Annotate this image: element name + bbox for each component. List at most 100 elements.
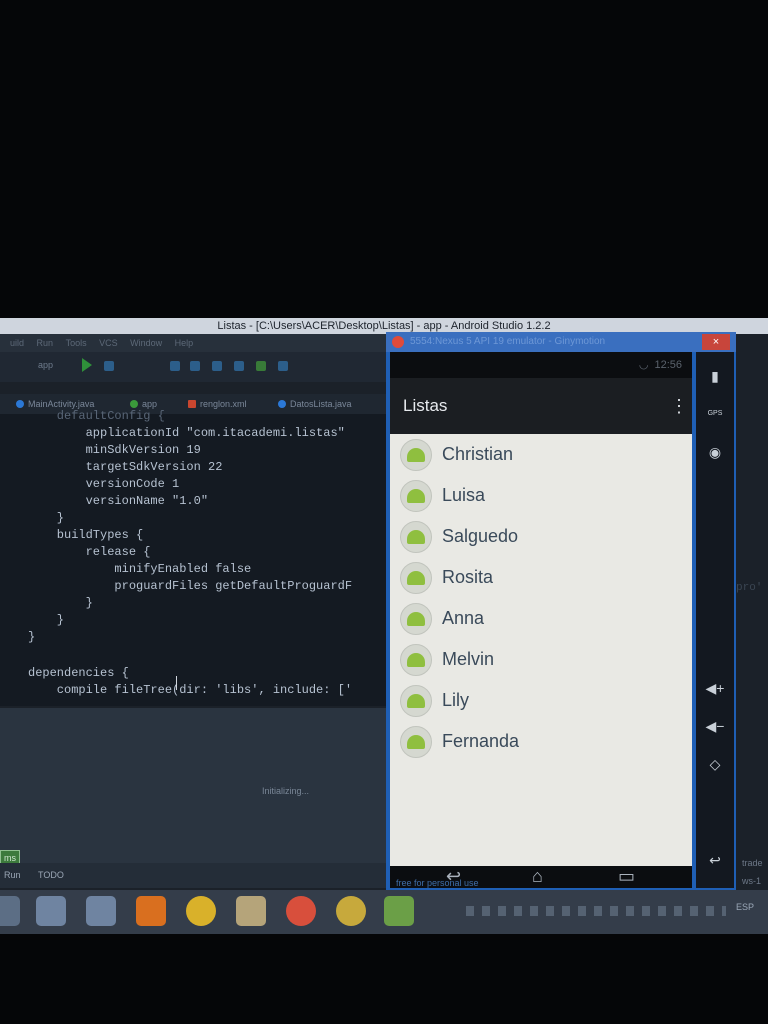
- close-button[interactable]: ×: [702, 334, 730, 350]
- code-line: buildTypes {: [28, 528, 144, 542]
- gps-icon[interactable]: GPS: [700, 410, 730, 417]
- list-item[interactable]: Anna: [390, 598, 692, 639]
- tab-datoslista[interactable]: DatosLista.java: [278, 397, 352, 411]
- list-item-label: Lily: [442, 690, 470, 710]
- app-action-bar: Listas ⋮: [390, 378, 692, 434]
- list-item-label: Melvin: [442, 649, 495, 669]
- menu-vcs[interactable]: VCS: [99, 338, 118, 348]
- virtualbox-icon[interactable]: [0, 896, 20, 926]
- file-explorer-icon[interactable]: [236, 896, 266, 926]
- android-monitor-icon[interactable]: [256, 361, 266, 371]
- volume-down-icon[interactable]: ◀−: [700, 718, 730, 735]
- tab-label: DatosLista.java: [290, 399, 352, 409]
- list-item[interactable]: Christian: [390, 434, 692, 475]
- chrome-icon[interactable]: [336, 896, 366, 926]
- android-robot-icon: [407, 489, 425, 503]
- battery-icon[interactable]: ▮: [700, 368, 730, 385]
- overflow-menu-icon[interactable]: ⋮: [670, 392, 688, 420]
- code-line: applicationId "com.itacademi.listas": [28, 426, 345, 440]
- side-fragment: ws-1: [742, 876, 762, 886]
- android-avatar-icon: [400, 562, 432, 594]
- gradle-icon: [130, 400, 138, 408]
- system-tray-icons[interactable]: [466, 906, 726, 916]
- camera-icon[interactable]: ◉: [700, 444, 730, 461]
- windows-taskbar: ESP: [0, 890, 768, 934]
- code-overflow-fragment: pro': [736, 582, 763, 594]
- list-item[interactable]: Melvin: [390, 639, 692, 680]
- android-avatar-icon: [400, 521, 432, 553]
- sync-icon[interactable]: [170, 361, 180, 371]
- todo-tool-tab[interactable]: TODO: [38, 870, 64, 880]
- home-nav-icon[interactable]: ⌂: [532, 866, 543, 888]
- code-line: minSdkVersion 19: [28, 443, 201, 457]
- android-robot-icon: [407, 694, 425, 708]
- code-line: compile fileTree(dir: 'libs', include: […: [28, 683, 353, 697]
- menu-help[interactable]: Help: [175, 338, 194, 348]
- debug-icon[interactable]: [104, 361, 114, 371]
- android-robot-icon: [407, 653, 425, 667]
- code-line: }: [28, 630, 36, 644]
- sdk-manager-icon[interactable]: [212, 361, 222, 371]
- code-line: }: [28, 596, 93, 610]
- xampp-icon[interactable]: [136, 896, 166, 926]
- rotate-icon[interactable]: ◇: [700, 756, 730, 773]
- initializing-status: Initializing...: [262, 786, 310, 796]
- menu-run[interactable]: Run: [37, 338, 54, 348]
- code-line: release {: [28, 545, 151, 559]
- menu-build[interactable]: uild: [10, 338, 24, 348]
- xml-icon: [188, 400, 196, 408]
- names-list: Christian Luisa Salguedo Rosita Anna Mel…: [390, 434, 692, 866]
- ide-toolbar: app: [0, 352, 390, 382]
- back-icon[interactable]: ↩: [700, 852, 730, 869]
- code-editor[interactable]: defaultConfig { applicationId "com.itaca…: [0, 409, 390, 706]
- list-item[interactable]: Salguedo: [390, 516, 692, 557]
- android-robot-icon: [407, 612, 425, 626]
- android-studio-icon[interactable]: [384, 896, 414, 926]
- menu-tools[interactable]: Tools: [66, 338, 87, 348]
- list-item-label: Anna: [442, 608, 485, 628]
- recents-nav-icon[interactable]: ▭: [618, 866, 635, 888]
- ide-window-title: Listas - [C:\Users\ACER\Desktop\Listas] …: [217, 320, 551, 332]
- virtualbox-icon[interactable]: [86, 896, 116, 926]
- run-tool-tab[interactable]: Run: [4, 870, 21, 880]
- list-item[interactable]: Lily: [390, 680, 692, 721]
- emulator-title-bar[interactable]: 5554:Nexus 5 API 19 emulator - Ginymotio…: [386, 332, 736, 352]
- help-icon[interactable]: [278, 361, 288, 371]
- emulator-side-controls: ▮ GPS ◉ ◀+ ◀− ◇ ↩: [696, 352, 734, 888]
- emulator-footer: free for personal use: [396, 878, 479, 888]
- code-line: }: [28, 613, 65, 627]
- android-avatar-icon: [400, 685, 432, 717]
- list-item-label: Fernanda: [442, 731, 520, 751]
- code-line: dependencies {: [28, 666, 129, 680]
- code-line: defaultConfig {: [28, 409, 165, 423]
- android-robot-icon: [407, 735, 425, 749]
- wifi-icon: ◡: [638, 359, 649, 371]
- virtualbox-icon[interactable]: [36, 896, 66, 926]
- run-config-select[interactable]: app: [38, 360, 53, 370]
- android-avatar-icon: [400, 603, 432, 635]
- monitor-screen: Listas - [C:\Users\ACER\Desktop\Listas] …: [0, 318, 768, 934]
- phone-screen: ◡ 12:56 Listas ⋮ Christian Luisa Salguedo…: [390, 352, 692, 888]
- tab-renglon[interactable]: renglon.xml: [188, 397, 247, 411]
- code-line: }: [28, 511, 65, 525]
- text-cursor: [176, 676, 177, 690]
- structure-icon[interactable]: [234, 361, 244, 371]
- status-time: 12:56: [654, 359, 682, 371]
- menu-window[interactable]: Window: [130, 338, 162, 348]
- phone-status-bar: ◡ 12:56: [390, 352, 692, 378]
- list-item[interactable]: Luisa: [390, 475, 692, 516]
- side-fragment: trade: [742, 858, 763, 868]
- code-line: versionCode 1: [28, 477, 180, 491]
- language-indicator[interactable]: ESP: [736, 902, 754, 912]
- ide-tool-window-bar: Run TODO: [0, 863, 390, 888]
- run-icon[interactable]: [82, 358, 92, 372]
- chrome-icon[interactable]: [186, 896, 216, 926]
- genymotion-icon[interactable]: [286, 896, 316, 926]
- volume-up-icon[interactable]: ◀+: [700, 680, 730, 697]
- android-avatar-icon: [400, 439, 432, 471]
- list-item[interactable]: Rosita: [390, 557, 692, 598]
- list-item[interactable]: Fernanda: [390, 721, 692, 762]
- avd-manager-icon[interactable]: [190, 361, 200, 371]
- android-robot-icon: [407, 530, 425, 544]
- app-title: Listas: [403, 396, 448, 415]
